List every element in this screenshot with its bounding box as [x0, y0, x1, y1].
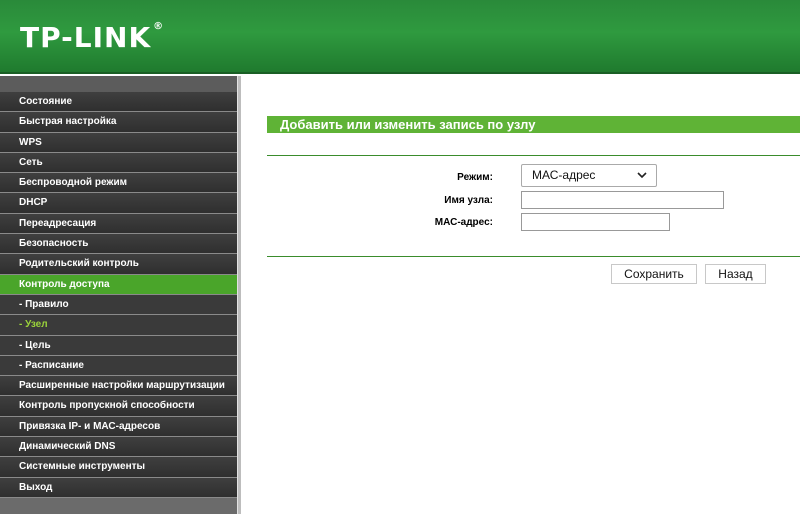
bottom-divider [267, 256, 800, 257]
sidebar-item-network[interactable]: Сеть [0, 152, 237, 174]
sidebar-item-wps[interactable]: WPS [0, 132, 237, 153]
logo-registered-mark: ® [153, 21, 165, 32]
mode-select-value: МАС-адрес [532, 168, 596, 182]
host-name-label: Имя узла: [444, 195, 493, 206]
sidebar-item-dynamic-dns[interactable]: Динамический DNS [0, 437, 237, 458]
sidebar-subitem-target[interactable]: - Цель [0, 335, 237, 356]
mac-address-input[interactable] [521, 213, 670, 231]
save-button[interactable]: Сохранить [611, 264, 697, 284]
sidebar-item-logout[interactable]: Выход [0, 477, 237, 498]
tp-link-logo: TP-LINK ® [20, 21, 164, 54]
sidebar-item-ip-mac-binding[interactable]: Привязка IP- и МАС-адресов [0, 416, 237, 438]
chevron-down-icon [637, 172, 647, 179]
mode-label: Режим: [457, 172, 493, 183]
sidebar: Состояние Быстрая настройка WPS Сеть Бес… [0, 76, 237, 514]
sidebar-item-status[interactable]: Состояние [0, 92, 237, 113]
sidebar-item-quick-setup[interactable]: Быстрая настройка [0, 112, 237, 133]
sidebar-item-wireless[interactable]: Беспроводной режим [0, 173, 237, 194]
main-content: Добавить или изменить запись по узлу Реж… [241, 76, 800, 514]
sidebar-item-dhcp[interactable]: DHCP [0, 193, 237, 214]
host-name-input[interactable] [521, 191, 724, 209]
mode-select[interactable]: МАС-адрес [521, 164, 657, 187]
sidebar-subitem-host[interactable]: - Узел [0, 315, 237, 336]
sidebar-menu: Состояние Быстрая настройка WPS Сеть Бес… [0, 92, 237, 498]
sidebar-item-advanced-routing[interactable]: Расширенные настройки маршрутизации [0, 376, 237, 397]
sidebar-item-security[interactable]: Безопасность [0, 234, 237, 255]
logo-text: TP-LINK [20, 21, 152, 54]
header-bar: TP-LINK ® [0, 0, 800, 74]
sidebar-top-spacer [0, 76, 237, 92]
page-title: Добавить или изменить запись по узлу [267, 116, 800, 133]
sidebar-subitem-rule[interactable]: - Правило [0, 294, 237, 316]
sidebar-item-access-control[interactable]: Контроль доступа [0, 274, 237, 295]
sidebar-subitem-schedule[interactable]: - Расписание [0, 355, 237, 377]
back-button[interactable]: Назад [705, 264, 766, 284]
sidebar-item-forwarding[interactable]: Переадресация [0, 213, 237, 235]
mac-address-label: МАС-адрес: [434, 217, 493, 228]
sidebar-item-bandwidth-control[interactable]: Контроль пропускной способности [0, 396, 237, 417]
sidebar-item-parental-control[interactable]: Родительский контроль [0, 254, 237, 275]
sidebar-item-system-tools[interactable]: Системные инструменты [0, 457, 237, 478]
top-divider [267, 155, 800, 156]
